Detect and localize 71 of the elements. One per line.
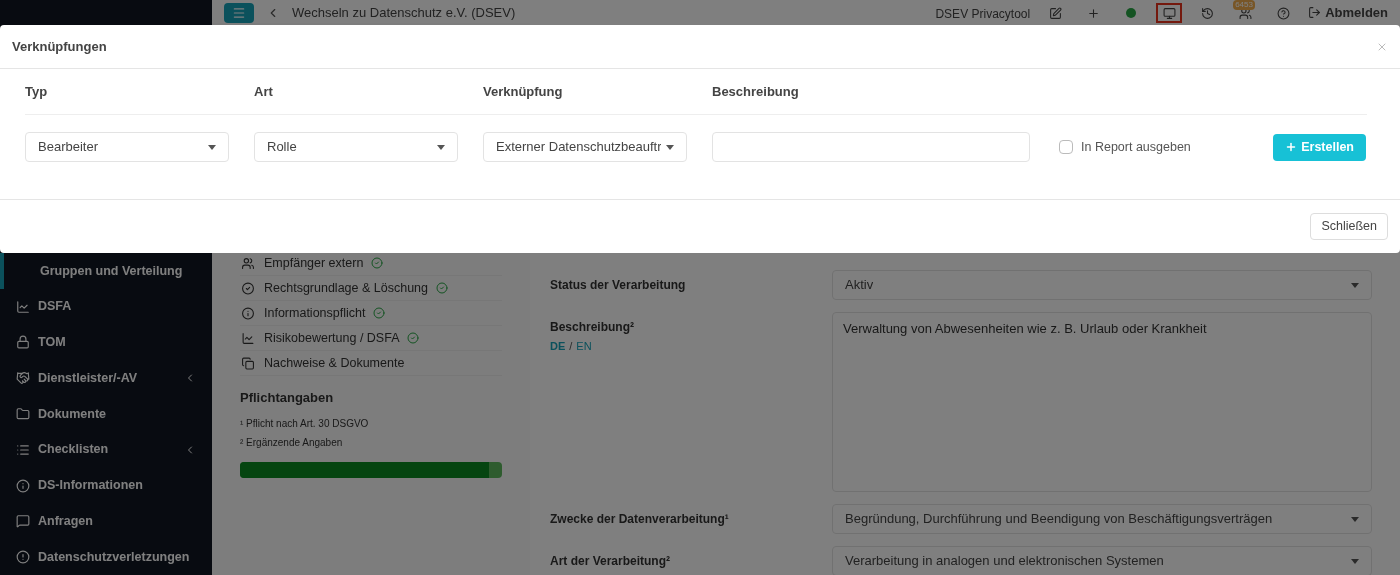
handshake-icon xyxy=(16,371,30,386)
edit-icon xyxy=(1048,6,1062,20)
sidebar-item[interactable]: Anfragen xyxy=(0,503,212,540)
column-header: Verknüpfung xyxy=(483,82,564,101)
count-badge: 6453 xyxy=(1233,0,1255,10)
description-textarea[interactable]: Verwaltung von Abwesenheiten wie z. B. Urlaub oder Krankheit xyxy=(832,312,1372,492)
check-circle-icon xyxy=(240,281,256,295)
help-icon xyxy=(1276,6,1290,20)
monitor-icon xyxy=(1162,6,1176,20)
plus-icon xyxy=(1285,141,1298,153)
sidebar-item[interactable]: DS-Informationen xyxy=(0,467,212,504)
type-select[interactable]: Bearbeiter xyxy=(25,132,229,162)
caret-icon xyxy=(437,144,445,150)
sidebar-item[interactable]: TOM xyxy=(0,324,212,361)
section-link[interactable]: Risikobewertung / DSFA xyxy=(240,326,502,351)
info-icon xyxy=(16,478,30,493)
logout-button[interactable]: Abmelden xyxy=(1308,3,1388,23)
sidebar-item[interactable]: DSFA xyxy=(0,288,212,325)
menu-icon xyxy=(232,6,246,20)
caret-icon xyxy=(1351,282,1359,288)
footnote: ² Ergänzende Angaben xyxy=(240,435,344,450)
column-header: Typ xyxy=(25,82,49,101)
toolbar-button[interactable] xyxy=(1156,3,1183,23)
caret-icon xyxy=(208,144,216,150)
footnote: ¹ Pflicht nach Art. 30 DSGVO xyxy=(240,416,370,431)
select-field[interactable]: Aktiv xyxy=(832,270,1372,300)
separator: / xyxy=(569,339,573,354)
caret-icon xyxy=(666,144,674,150)
field-label: Beschreibung² xyxy=(550,319,635,336)
language-link[interactable]: EN xyxy=(576,338,592,355)
speech-bubble-icon xyxy=(16,514,30,529)
lock-icon xyxy=(16,335,30,350)
list-icon xyxy=(16,442,30,457)
kind-select[interactable]: Rolle xyxy=(254,132,458,162)
sidebar-item[interactable]: Dienstleister/-AV xyxy=(0,360,212,397)
section-link[interactable]: Informationspflicht xyxy=(240,301,502,326)
field-label: Status der Verarbeitung xyxy=(550,277,687,294)
chart-icon xyxy=(16,299,30,314)
sidebar-item[interactable]: Checklisten xyxy=(0,431,212,468)
section-heading: Pflichtangaben xyxy=(240,389,335,407)
select-field[interactable]: Begründung, Durchführung und Beendigung von Beschäftigungsverträgen xyxy=(832,504,1372,534)
chart-icon xyxy=(240,331,256,345)
menu-button[interactable] xyxy=(224,3,254,23)
modal-title: Verknüpfungen xyxy=(12,37,107,56)
users-icon xyxy=(240,256,256,270)
copy-icon xyxy=(240,356,256,370)
logout-icon xyxy=(1308,6,1322,20)
page-title[interactable]: Wechseln zu Datenschutz e.V. (DSEV) xyxy=(292,3,516,23)
link-select[interactable]: Externer Datenschutzbeauftr xyxy=(483,132,687,162)
app-name: DSEV Privacytool xyxy=(935,6,1031,23)
sidebar-item[interactable]: Datenschutzverletzungen xyxy=(0,539,212,575)
section-link[interactable]: Rechtsgrundlage & Löschung xyxy=(240,276,502,301)
caret-icon xyxy=(1351,558,1359,564)
close-button[interactable]: Schließen xyxy=(1310,213,1388,240)
caret-icon xyxy=(1351,516,1359,522)
folder-icon xyxy=(16,407,30,421)
language-link[interactable]: DE xyxy=(550,338,566,355)
column-header: Art xyxy=(254,82,274,101)
alert-icon xyxy=(16,550,30,565)
field-label: Art der Verarbeitung² xyxy=(550,553,672,570)
checkbox[interactable] xyxy=(1059,140,1073,154)
plus-icon xyxy=(1086,6,1100,20)
history-icon xyxy=(1200,6,1214,20)
checkbox-label: In Report ausgeben xyxy=(1081,138,1191,156)
select-field[interactable]: Verarbeitung in analogen und elektronischen Systemen xyxy=(832,546,1372,575)
column-header: Beschreibung xyxy=(712,82,800,101)
field-label: Zwecke der Datenverarbeitung¹ xyxy=(550,511,730,528)
info-icon xyxy=(240,306,256,320)
section-link[interactable]: Nachweise & Dokumente xyxy=(240,351,502,376)
description-input[interactable] xyxy=(712,132,1030,162)
sidebar-item[interactable]: Dokumente xyxy=(0,396,212,432)
